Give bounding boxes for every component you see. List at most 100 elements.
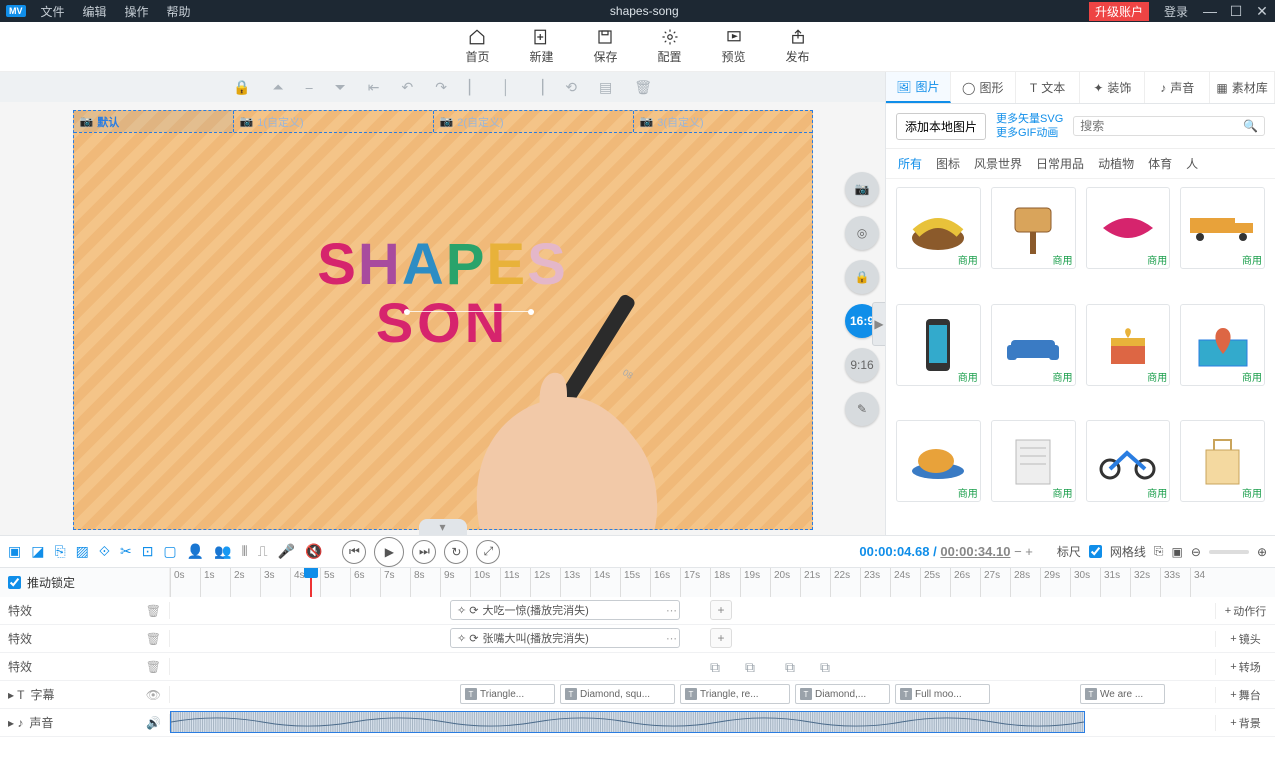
- cat-icon[interactable]: 图标: [936, 155, 960, 172]
- asset-lips[interactable]: 商用: [1086, 187, 1171, 269]
- clip-fx-2[interactable]: ✧ ⟳ 张嘴大叫(播放完消失)⋯: [450, 628, 680, 648]
- add-action-row[interactable]: + 动作行: [1215, 603, 1275, 619]
- panel-collapse-icon[interactable]: ▶: [872, 302, 885, 346]
- tool-home[interactable]: 首页: [465, 28, 489, 65]
- asset-motorcycle[interactable]: 商用: [1086, 420, 1171, 502]
- camera-icon[interactable]: 📷: [845, 172, 879, 206]
- tl-mute-icon[interactable]: 🔇: [305, 543, 322, 560]
- trash-icon[interactable]: 🗑: [146, 660, 161, 674]
- tl-wave-icon[interactable]: ⎍: [258, 543, 268, 560]
- next-button[interactable]: ⏭: [412, 540, 436, 564]
- layers-icon[interactable]: ▤: [599, 79, 612, 96]
- undo-icon[interactable]: ↶: [402, 79, 414, 96]
- delete-icon[interactable]: 🗑: [634, 79, 652, 96]
- tl-i7-icon[interactable]: ⊡: [142, 543, 154, 560]
- cat-scenery[interactable]: 风景世界: [974, 155, 1022, 172]
- login-button[interactable]: 登录: [1155, 3, 1197, 20]
- minimize-icon[interactable]: —: [1197, 3, 1223, 19]
- tl-eq-icon[interactable]: ⦀: [242, 543, 248, 560]
- close-icon[interactable]: ✕: [1249, 3, 1275, 20]
- target-icon[interactable]: ◎: [845, 216, 879, 250]
- tool-new[interactable]: 新建: [529, 28, 553, 65]
- align-r-icon[interactable]: ▕: [533, 79, 544, 96]
- aspect-9-16[interactable]: 9:16: [845, 348, 879, 382]
- tab-shape[interactable]: ◯ 图形: [951, 72, 1016, 103]
- timeline-ruler[interactable]: 推动锁定 0s1s2s3s4s5s6s7s8s9s10s11s12s13s14s…: [0, 567, 1275, 597]
- cat-people[interactable]: 人: [1186, 155, 1198, 172]
- lock-aspect-icon[interactable]: 🔒: [845, 260, 879, 294]
- audio-clip[interactable]: [170, 711, 1085, 733]
- flip-h-icon[interactable]: ⟲: [565, 79, 577, 96]
- scene-tab-0[interactable]: 📷 默认: [74, 111, 234, 132]
- transition-icon[interactable]: ⧉: [785, 659, 795, 676]
- tab-sound[interactable]: ♪ 声音: [1145, 72, 1210, 103]
- subtitle-clip[interactable]: TTriangle, re...: [680, 684, 790, 704]
- align-bottom-icon[interactable]: ⏷: [335, 79, 346, 96]
- trash-icon[interactable]: 🗑: [146, 604, 161, 618]
- upgrade-button[interactable]: 升级账户: [1089, 2, 1149, 21]
- menu-help[interactable]: 帮助: [158, 3, 200, 20]
- link-more-gif[interactable]: 更多GIF动画: [996, 126, 1063, 140]
- subtitle-clip[interactable]: TDiamond,...: [795, 684, 890, 704]
- asset-phone[interactable]: 商用: [896, 304, 981, 386]
- scene-tab-3[interactable]: 📷 3(自定义): [634, 111, 812, 132]
- asset-map-pin[interactable]: 商用: [1180, 304, 1265, 386]
- tl-i2-icon[interactable]: ◪: [31, 543, 44, 560]
- align-vmid-icon[interactable]: ⎯: [306, 79, 313, 96]
- asset-bag[interactable]: 商用: [1180, 420, 1265, 502]
- add-bg-row[interactable]: + 背景: [1215, 715, 1275, 731]
- timeline-expand-icon[interactable]: ▾: [419, 519, 467, 535]
- tool-publish[interactable]: 发布: [786, 28, 810, 65]
- transition-icon[interactable]: ⧉: [710, 659, 720, 676]
- menu-action[interactable]: 操作: [116, 3, 158, 20]
- playhead[interactable]: [310, 568, 312, 597]
- add-clip-2[interactable]: +: [710, 628, 732, 648]
- subtitle-clip[interactable]: TDiamond, squ...: [560, 684, 675, 704]
- zoom-in-icon[interactable]: ⊕: [1257, 545, 1267, 559]
- subtitle-clip[interactable]: TTriangle...: [460, 684, 555, 704]
- add-stage-row[interactable]: + 舞台: [1215, 687, 1275, 703]
- cat-plant[interactable]: 动植物: [1098, 155, 1134, 172]
- tl-user-icon[interactable]: 👤: [187, 543, 204, 560]
- asset-noodles[interactable]: 商用: [896, 187, 981, 269]
- subtitle-clip[interactable]: TFull moo...: [895, 684, 990, 704]
- tool-save[interactable]: 保存: [593, 28, 617, 65]
- cat-daily[interactable]: 日常用品: [1036, 155, 1084, 172]
- link-more-svg[interactable]: 更多矢量SVG: [996, 112, 1063, 126]
- tl-i6-icon[interactable]: ✂: [120, 543, 132, 560]
- prev-button[interactable]: ⏮: [342, 540, 366, 564]
- scene-tab-1[interactable]: 📷 1(自定义): [234, 111, 434, 132]
- scene-tab-2[interactable]: 📷 2(自定义): [434, 111, 634, 132]
- asset-sofa[interactable]: 商用: [991, 304, 1076, 386]
- tl-r2-icon[interactable]: ▣: [1172, 545, 1183, 559]
- tab-library[interactable]: ▦ 素材库: [1210, 72, 1275, 103]
- add-clip-1[interactable]: +: [710, 600, 732, 620]
- tool-preview[interactable]: 预览: [722, 28, 746, 65]
- expand-button[interactable]: ⤢: [476, 540, 500, 564]
- tl-i3-icon[interactable]: ⎘: [54, 543, 65, 560]
- asset-chicken[interactable]: 商用: [896, 420, 981, 502]
- zoom-slider[interactable]: [1209, 550, 1249, 554]
- asset-truck[interactable]: 商用: [1180, 187, 1265, 269]
- asset-papers[interactable]: 商用: [991, 420, 1076, 502]
- tab-image[interactable]: 🖼 图片: [886, 72, 951, 103]
- cat-all[interactable]: 所有: [898, 155, 922, 172]
- transition-icon[interactable]: ⧉: [820, 659, 830, 676]
- play-button[interactable]: ▶: [374, 537, 404, 567]
- redo-icon[interactable]: ↷: [435, 79, 447, 96]
- tl-mic-icon[interactable]: 🎤: [278, 543, 295, 560]
- asset-gift[interactable]: 商用: [1086, 304, 1171, 386]
- grid-checkbox[interactable]: [1089, 545, 1102, 558]
- menu-file[interactable]: 文件: [32, 3, 74, 20]
- tool-config[interactable]: 配置: [658, 28, 682, 65]
- tl-i8-icon[interactable]: ▢: [163, 543, 176, 560]
- transition-icon[interactable]: ⧉: [745, 659, 755, 676]
- tl-cut-icon[interactable]: ▣: [8, 543, 21, 560]
- tab-decor[interactable]: ✦ 装饰: [1080, 72, 1145, 103]
- volume-icon[interactable]: 🔊: [146, 716, 161, 730]
- pencil-icon[interactable]: ✎: [845, 392, 879, 426]
- tl-i4-icon[interactable]: ▨: [76, 543, 89, 560]
- zoom-out-icon[interactable]: ⊖: [1191, 545, 1201, 559]
- clip-fx-1[interactable]: ✧ ⟳ 大吃一惊(播放完消失)⋯: [450, 600, 680, 620]
- align-left-icon[interactable]: ⇤: [368, 79, 380, 96]
